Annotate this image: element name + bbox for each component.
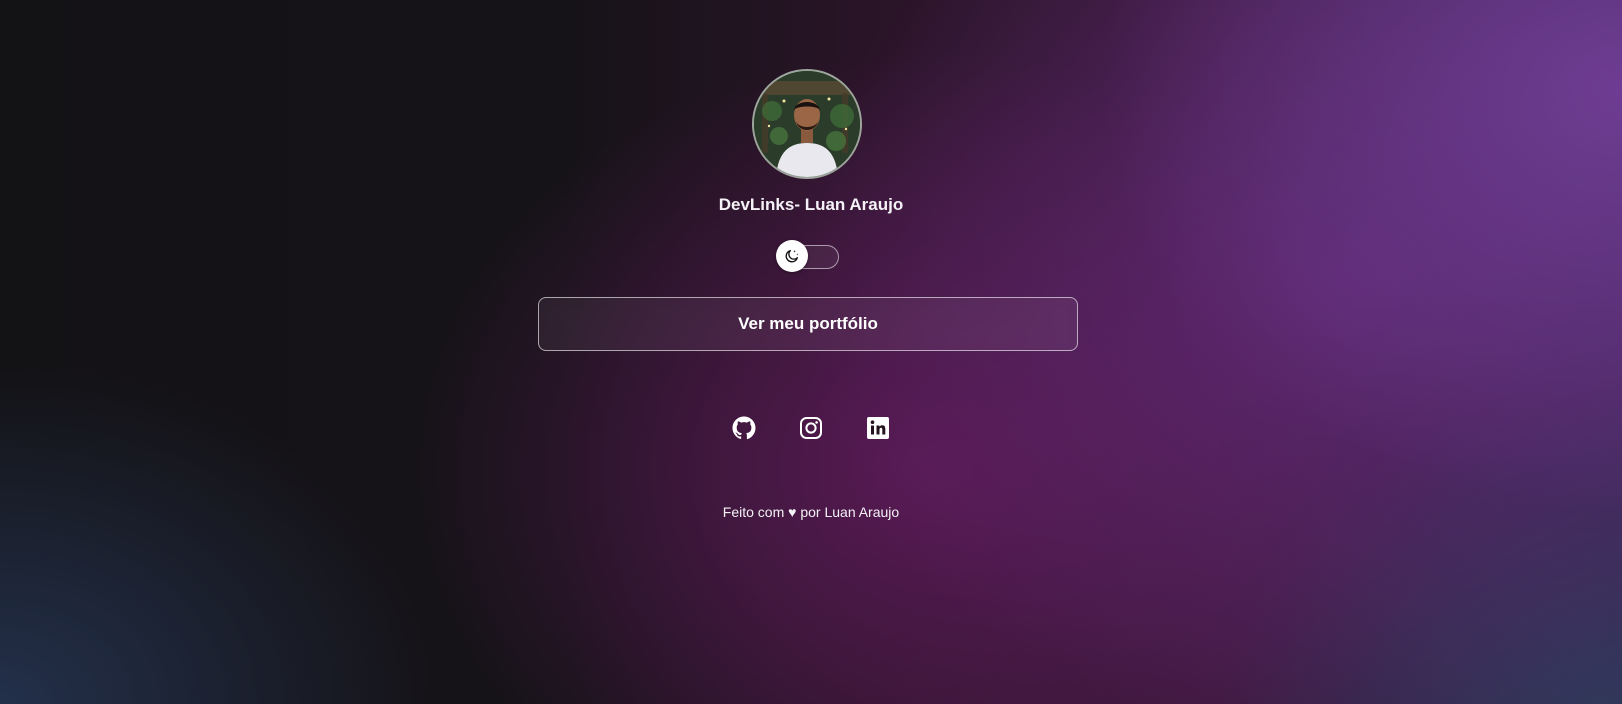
linkedin-icon — [867, 417, 889, 439]
page-container: DevLinks- Luan Araujo Ver meu portfólio — [0, 0, 1622, 704]
instagram-link[interactable] — [797, 414, 825, 442]
theme-toggle-knob[interactable] — [776, 240, 808, 272]
profile-name: DevLinks- Luan Araujo — [718, 195, 904, 214]
github-icon — [732, 416, 756, 440]
moon-icon — [785, 250, 799, 263]
avatar-photo — [754, 71, 860, 177]
linkedin-link[interactable] — [864, 414, 892, 442]
avatar — [752, 69, 862, 179]
footer-credit: Feito com ♥ por Luan Araujo — [722, 504, 900, 520]
theme-toggle[interactable] — [776, 240, 839, 272]
social-links — [730, 414, 892, 442]
portfolio-link-button[interactable]: Ver meu portfólio — [538, 297, 1078, 351]
instagram-icon — [800, 417, 822, 439]
github-link[interactable] — [730, 414, 758, 442]
